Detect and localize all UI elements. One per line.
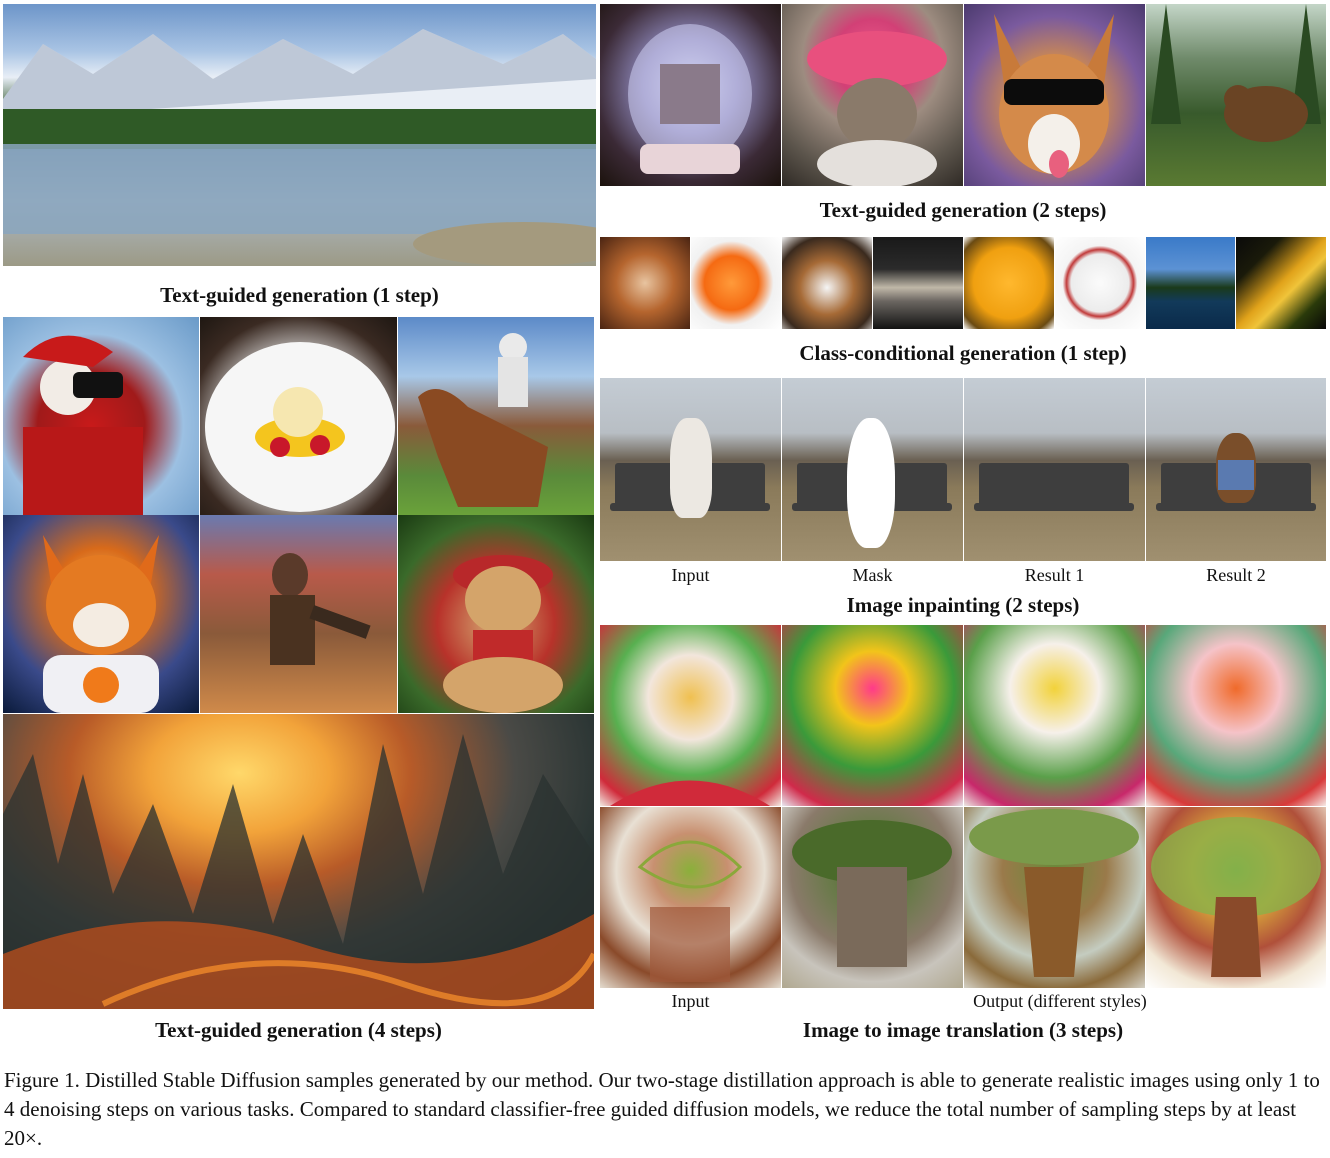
panel-caption-img2img: Image to image translation (3 steps) [802,1018,1124,1042]
snow-globe-image [600,4,781,186]
sports-car-image [873,237,963,329]
teddy-shirt [1218,460,1254,490]
fox-astronaut-image [3,515,199,713]
teddy-bear-image [398,515,594,713]
inpainting-label-result-1: Result 1 [1024,565,1085,585]
inpainting-mask-image [782,378,963,561]
inpainting-label-input: Input [671,565,710,585]
astronaut-horse-image [398,317,594,515]
tree-output-1-image [782,807,963,988]
panel-caption-text-4steps: Text-guided generation (4 steps) [155,1018,442,1042]
mask-region [847,418,895,548]
img2img-label-output: Output (different styles) [973,991,1147,1011]
collie-image [782,237,872,329]
flowers-output-2-image [964,625,1145,806]
rabbit-warrior-image [200,515,397,713]
bench-seat [974,503,1134,511]
dessert-plate-image [200,317,397,515]
dog [670,418,712,518]
baseball-image [1055,237,1145,329]
inpainting-input-image [600,378,781,561]
corn-image [1236,237,1326,329]
figure-caption: Figure 1. Distilled Stable Diffusion sam… [4,1068,1320,1150]
santa-vr-image [3,317,199,515]
inpainting-result-2-image [1146,378,1326,561]
tree-input-image [600,807,781,988]
yorkie-image [600,237,690,329]
bench-seat [1156,503,1316,511]
panel-caption-text-1step: Text-guided generation (1 step) [160,283,439,307]
bench [979,463,1129,508]
corgi-sunglasses-image [964,4,1145,186]
fantasy-landscape-image [3,714,594,1009]
inpainting-result-1-image [964,378,1145,561]
flowers-input-image [600,625,781,806]
flowers-output-3-image [1146,625,1326,806]
orange-image [691,237,781,329]
panel-caption-inpainting: Image inpainting (2 steps) [846,593,1080,617]
img2img-label-input: Input [671,991,710,1011]
inpainting-label-result-2: Result 2 [1206,565,1266,585]
bear-forest-image [1146,4,1326,186]
mountain-lake-image [3,4,596,266]
kitten-pink-hat-image [782,4,963,186]
flowers-output-1-image [782,625,963,806]
panel-caption-class-conditional: Class-conditional generation (1 step) [799,341,1127,365]
tree-output-2-image [964,807,1145,988]
tree-output-3-image [1146,807,1326,988]
sponge-image [964,237,1054,329]
inpainting-label-mask: Mask [852,565,893,585]
panel-caption-text-2steps: Text-guided generation (2 steps) [819,198,1107,222]
lake-image [1146,237,1235,329]
